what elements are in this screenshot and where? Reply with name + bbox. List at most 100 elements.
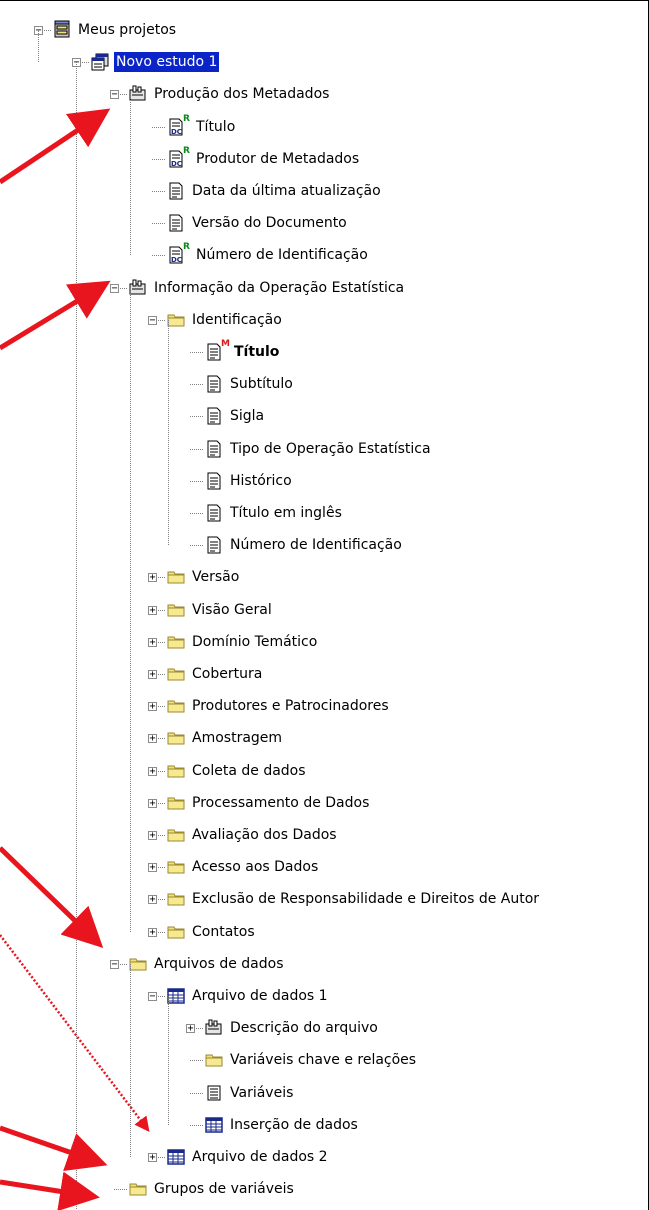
folder-icon xyxy=(166,761,186,781)
collapse-toggle[interactable]: − xyxy=(110,959,119,969)
tree-guide-line xyxy=(130,963,131,1157)
operation-folder-label[interactable]: Contatos xyxy=(190,922,257,942)
expand-toggle[interactable]: + xyxy=(148,798,157,808)
database-icon xyxy=(52,20,72,40)
collapse-toggle[interactable]: − xyxy=(148,992,157,1002)
required-badge: R xyxy=(183,113,190,124)
operation-section-label[interactable]: Informação da Operação Estatística xyxy=(152,278,406,298)
folder-icon xyxy=(166,600,186,620)
document-icon xyxy=(204,439,224,459)
document-icon xyxy=(204,374,224,394)
folder-icon xyxy=(128,954,148,974)
table-icon xyxy=(204,1115,224,1135)
folder-icon xyxy=(166,728,186,748)
identification-item-label[interactable]: Sigla xyxy=(228,406,266,426)
tree-guide-line xyxy=(38,30,39,63)
table-icon xyxy=(166,986,186,1006)
tree-guide-line xyxy=(168,996,169,1125)
collapse-toggle[interactable]: − xyxy=(110,283,119,293)
data-file-2-label[interactable]: Arquivo de dados 2 xyxy=(190,1147,330,1167)
operation-folder-label[interactable]: Processamento de Dados xyxy=(190,793,371,813)
operation-folder-label[interactable]: Amostragem xyxy=(190,728,284,748)
svg-text:DC: DC xyxy=(171,256,182,264)
tree-connector xyxy=(190,384,203,386)
folder-icon xyxy=(128,1179,148,1199)
data-file-1-label[interactable]: Arquivo de dados 1 xyxy=(190,986,330,1006)
metadata-item-label[interactable]: Versão do Documento xyxy=(190,213,349,233)
data-file-1-item-label[interactable]: Descrição do arquivo xyxy=(228,1018,380,1038)
data-file-1-item-label[interactable]: Inserção de dados xyxy=(228,1115,360,1135)
expand-toggle[interactable]: + xyxy=(148,831,157,841)
identification-item-label[interactable]: Título xyxy=(232,342,281,362)
document-icon xyxy=(204,471,224,491)
tree-connector xyxy=(190,513,203,514)
panel-border-top xyxy=(0,0,649,1)
identification-item-label[interactable]: Subtítulo xyxy=(228,374,295,394)
operation-folder-label[interactable]: Acesso aos Dados xyxy=(190,857,320,877)
operation-folder-label[interactable]: Coleta de dados xyxy=(190,761,308,781)
tree-guide-line xyxy=(76,62,77,1210)
identification-item-label[interactable]: Título em inglês xyxy=(228,503,344,523)
data-file-1-item-label[interactable]: Variáveis chave e relações xyxy=(228,1050,418,1070)
operation-folder-label[interactable]: Exclusão de Responsabilidade e Direitos … xyxy=(190,889,541,909)
data-file-1-item-label[interactable]: Variáveis xyxy=(228,1083,295,1103)
section-icon xyxy=(128,84,148,104)
metadata-item-label[interactable]: Número de Identificação xyxy=(194,245,370,265)
tree-connector xyxy=(152,255,165,257)
expand-toggle[interactable]: + xyxy=(148,766,157,776)
tree-connector xyxy=(190,1092,203,1094)
variable-groups-folder-label[interactable]: Grupos de variáveis xyxy=(152,1179,296,1199)
svg-text:DC: DC xyxy=(171,160,182,168)
required-badge: R xyxy=(183,242,190,253)
operation-folder-label[interactable]: Avaliação dos Dados xyxy=(190,825,339,845)
metadata-item-label[interactable]: Data da última atualização xyxy=(190,181,383,201)
operation-folder-label[interactable]: Versão xyxy=(190,567,241,587)
folder-icon xyxy=(166,922,186,942)
metadata-item-label[interactable]: Título xyxy=(194,117,237,137)
expand-toggle[interactable]: + xyxy=(186,1024,195,1034)
study-node-label[interactable]: Novo estudo 1 xyxy=(114,52,220,73)
mandatory-badge: M xyxy=(221,339,230,349)
expand-toggle[interactable]: + xyxy=(148,1153,157,1163)
data-files-folder-label[interactable]: Arquivos de dados xyxy=(152,954,286,974)
operation-folder-label[interactable]: Cobertura xyxy=(190,664,264,684)
expand-toggle[interactable]: + xyxy=(148,895,157,905)
tree-root-my-projects-label[interactable]: Meus projetos xyxy=(76,20,178,40)
arrow-to-metadata-toggle xyxy=(0,108,111,185)
metadata-item-label[interactable]: Produtor de Metadados xyxy=(194,149,361,169)
identification-item-label[interactable]: Histórico xyxy=(228,471,294,491)
expand-toggle[interactable]: + xyxy=(148,670,157,680)
section-icon xyxy=(204,1018,224,1038)
metadata-section-label[interactable]: Produção dos Metadados xyxy=(152,84,331,104)
folder-icon xyxy=(204,1050,224,1070)
operation-folder-label[interactable]: Visão Geral xyxy=(190,600,274,620)
expand-toggle[interactable]: + xyxy=(148,863,157,873)
operation-folder-label[interactable]: Produtores e Patrocinadores xyxy=(190,696,391,716)
folder-icon xyxy=(166,632,186,652)
expand-toggle[interactable]: + xyxy=(148,702,157,712)
section-icon xyxy=(128,278,148,298)
collapse-toggle[interactable]: − xyxy=(110,90,119,100)
folder-icon xyxy=(166,310,186,330)
identification-item-label[interactable]: Número de Identificação xyxy=(228,535,404,555)
folder-icon xyxy=(166,825,186,845)
collapse-toggle[interactable]: − xyxy=(148,315,157,325)
folder-icon xyxy=(166,664,186,684)
folder-icon xyxy=(166,857,186,877)
document-icon xyxy=(204,535,224,555)
expand-toggle[interactable]: + xyxy=(148,573,157,583)
expand-toggle[interactable]: + xyxy=(148,927,157,937)
list-icon xyxy=(204,1083,224,1103)
folder-icon xyxy=(166,889,186,909)
expand-toggle[interactable]: + xyxy=(148,637,157,647)
arrow-to-variable-groups xyxy=(0,1125,108,1172)
expand-toggle[interactable]: + xyxy=(148,605,157,615)
tree-connector xyxy=(190,545,203,547)
identification-item-label[interactable]: Tipo de Operação Estatística xyxy=(228,439,433,459)
operation-folder-label[interactable]: Domínio Temático xyxy=(190,632,319,652)
folder-icon xyxy=(166,696,186,716)
folder-icon xyxy=(166,567,186,587)
arrow-to-data-files-toggle xyxy=(0,846,104,948)
identification-folder-label[interactable]: Identificação xyxy=(190,310,284,330)
expand-toggle[interactable]: + xyxy=(148,734,157,744)
